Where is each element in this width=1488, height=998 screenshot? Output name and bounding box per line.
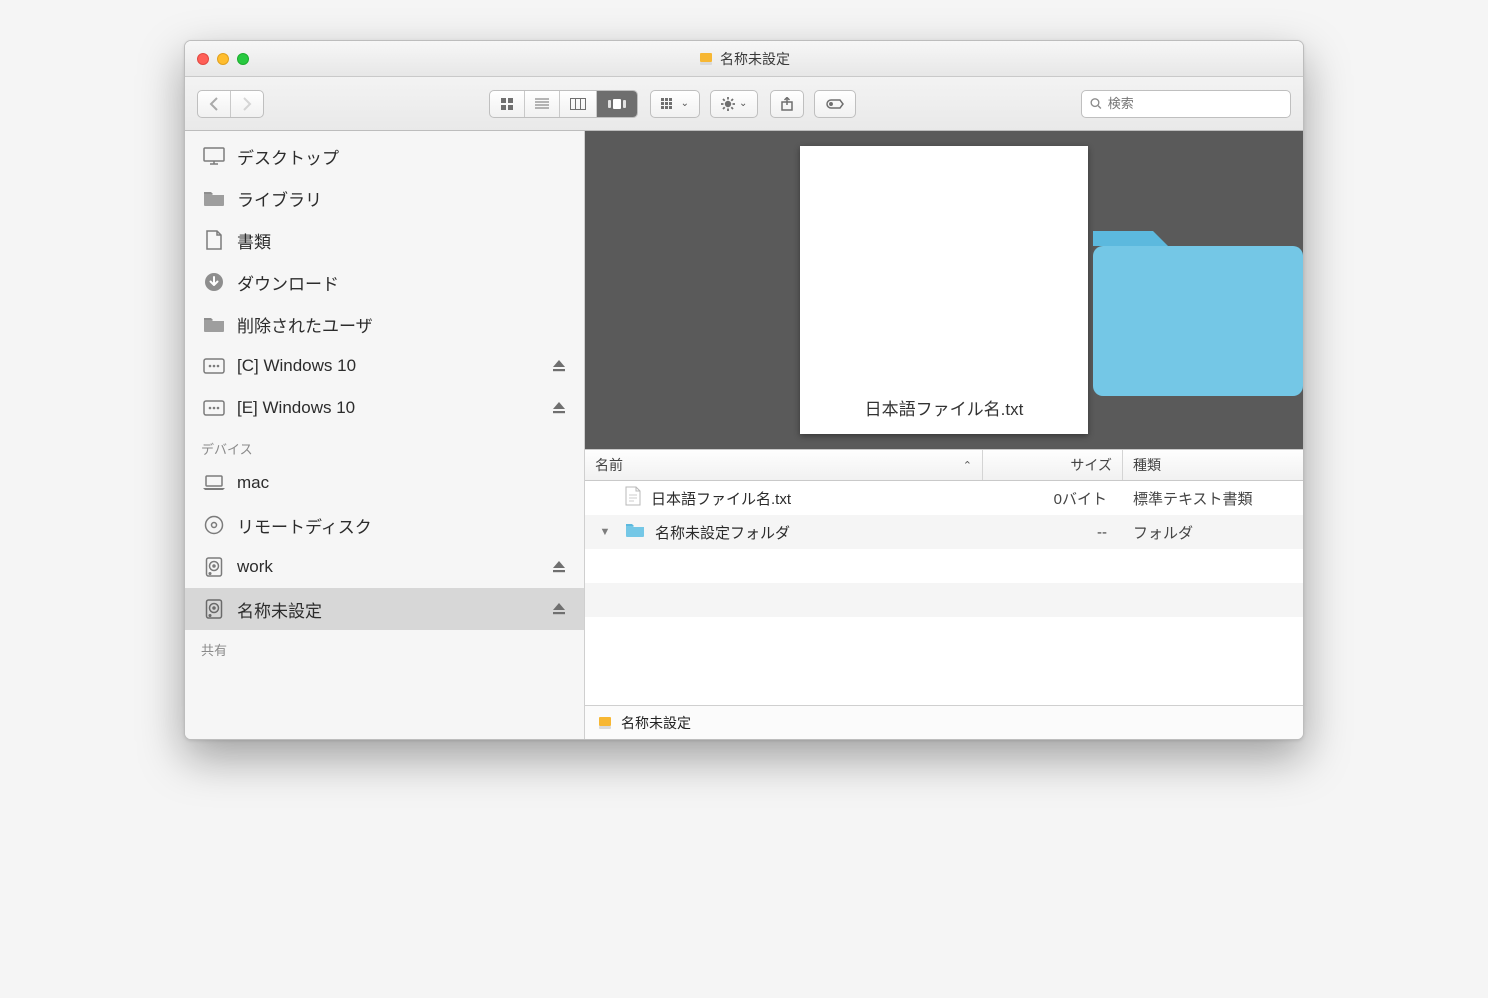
download-icon: [203, 272, 225, 292]
bootcamp-drive-icon: [203, 398, 225, 418]
sidebar-section-devices: デバイス: [185, 429, 584, 462]
icon-view-button[interactable]: [490, 91, 525, 117]
preview-folder-item[interactable]: [1083, 211, 1303, 411]
hdd-icon: [203, 557, 225, 577]
search-input[interactable]: [1108, 96, 1282, 111]
path-bar[interactable]: 名称未設定: [585, 705, 1303, 739]
chevron-down-icon: ⌄: [739, 98, 747, 109]
bootcamp-drive-icon: [203, 356, 225, 376]
close-window-button[interactable]: [197, 53, 209, 65]
column-view-button[interactable]: [560, 91, 597, 117]
sidebar-item-deleted-users[interactable]: 削除されたユーザ: [185, 303, 584, 345]
sidebar: デスクトップ ライブラリ 書類: [185, 131, 585, 739]
sidebar-item-label: 削除されたユーザ: [237, 312, 373, 337]
search-icon: [1090, 97, 1102, 110]
folder-icon: [203, 188, 225, 208]
list-item: [585, 583, 1303, 617]
laptop-icon: [203, 473, 225, 493]
sidebar-item-label: 名称未設定: [237, 597, 322, 622]
chevron-down-icon: ⌄: [681, 98, 689, 109]
sidebar-item-label: mac: [237, 473, 269, 493]
folder-icon: [625, 522, 645, 542]
minimize-window-button[interactable]: [217, 53, 229, 65]
forward-button[interactable]: [231, 91, 263, 117]
sidebar-item-downloads[interactable]: ダウンロード: [185, 261, 584, 303]
finder-window: 名称未設定: [184, 40, 1304, 740]
sidebar-item-library[interactable]: ライブラリ: [185, 177, 584, 219]
action-button[interactable]: ⌄: [710, 90, 758, 118]
desktop-icon: [203, 146, 225, 166]
sidebar-item-label: [C] Windows 10: [237, 356, 356, 376]
disclosure-triangle[interactable]: ▼: [595, 526, 615, 538]
sort-indicator-icon: ⌃: [963, 459, 972, 472]
volume-icon: [597, 715, 613, 731]
sidebar-item-desktop[interactable]: デスクトップ: [185, 135, 584, 177]
list-item: [585, 617, 1303, 651]
list-item: [585, 549, 1303, 583]
file-size: --: [983, 524, 1123, 541]
text-file-icon: [625, 486, 641, 510]
arrange-button[interactable]: ⌄: [650, 90, 700, 118]
sidebar-item-mac[interactable]: mac: [185, 462, 584, 504]
sidebar-item-windows-e[interactable]: [E] Windows 10: [185, 387, 584, 429]
share-button[interactable]: [770, 90, 804, 118]
window-controls: [197, 53, 249, 65]
preview-file-name: 日本語ファイル名.txt: [865, 395, 1024, 420]
sidebar-item-label: ダウンロード: [237, 270, 339, 295]
column-header-kind[interactable]: 種類: [1123, 450, 1303, 480]
main-panel: 日本語ファイル名.txt 名前 ⌃ サイズ 種類: [585, 131, 1303, 739]
eject-button[interactable]: [552, 359, 566, 373]
path-location: 名称未設定: [621, 713, 691, 733]
sidebar-item-untitled[interactable]: 名称未設定: [185, 588, 584, 630]
file-name: 名称未設定フォルダ: [655, 522, 790, 543]
list-header: 名前 ⌃ サイズ 種類: [585, 449, 1303, 481]
file-kind: 標準テキスト書類: [1123, 488, 1303, 509]
sidebar-item-label: 書類: [237, 228, 271, 253]
list-item[interactable]: ▼ 名称未設定フォルダ -- フォルダ: [585, 515, 1303, 549]
window-title: 名称未設定: [185, 49, 1303, 69]
folder-icon: [203, 314, 225, 334]
sidebar-section-shared: 共有: [185, 630, 584, 663]
list-item[interactable]: 日本語ファイル名.txt 0バイト 標準テキスト書類: [585, 481, 1303, 515]
back-button[interactable]: [198, 91, 231, 117]
nav-buttons: [197, 90, 264, 118]
volume-icon: [698, 51, 714, 67]
file-list: 日本語ファイル名.txt 0バイト 標準テキスト書類 ▼ 名称未設定フォルダ -…: [585, 481, 1303, 705]
sidebar-item-windows-c[interactable]: [C] Windows 10: [185, 345, 584, 387]
coverflow-preview[interactable]: 日本語ファイル名.txt: [585, 131, 1303, 449]
optical-disc-icon: [203, 515, 225, 535]
sidebar-item-documents[interactable]: 書類: [185, 219, 584, 261]
column-header-name[interactable]: 名前 ⌃: [585, 450, 983, 480]
sidebar-item-label: [E] Windows 10: [237, 398, 355, 418]
eject-button[interactable]: [552, 560, 566, 574]
file-size: 0バイト: [983, 488, 1123, 509]
hdd-icon: [203, 599, 225, 619]
sidebar-item-label: ライブラリ: [237, 186, 322, 211]
sidebar-item-label: work: [237, 557, 273, 577]
eject-button[interactable]: [552, 602, 566, 616]
zoom-window-button[interactable]: [237, 53, 249, 65]
sidebar-item-work[interactable]: work: [185, 546, 584, 588]
sidebar-item-label: リモートディスク: [237, 513, 372, 538]
search-field[interactable]: [1081, 90, 1291, 118]
column-header-size[interactable]: サイズ: [983, 450, 1123, 480]
sidebar-item-remote-disc[interactable]: リモートディスク: [185, 504, 584, 546]
eject-button[interactable]: [552, 401, 566, 415]
view-mode-buttons: [489, 90, 638, 118]
sidebar-item-label: デスクトップ: [237, 144, 339, 169]
list-view-button[interactable]: [525, 91, 560, 117]
titlebar: 名称未設定: [185, 41, 1303, 77]
preview-file-item[interactable]: 日本語ファイル名.txt: [800, 146, 1088, 434]
finder-body: デスクトップ ライブラリ 書類: [185, 131, 1303, 739]
document-icon: [203, 230, 225, 250]
tags-button[interactable]: [814, 90, 856, 118]
file-name: 日本語ファイル名.txt: [651, 488, 791, 509]
toolbar: ⌄ ⌄: [185, 77, 1303, 131]
window-title-text: 名称未設定: [720, 49, 790, 69]
coverflow-view-button[interactable]: [597, 91, 637, 117]
file-kind: フォルダ: [1123, 522, 1303, 543]
